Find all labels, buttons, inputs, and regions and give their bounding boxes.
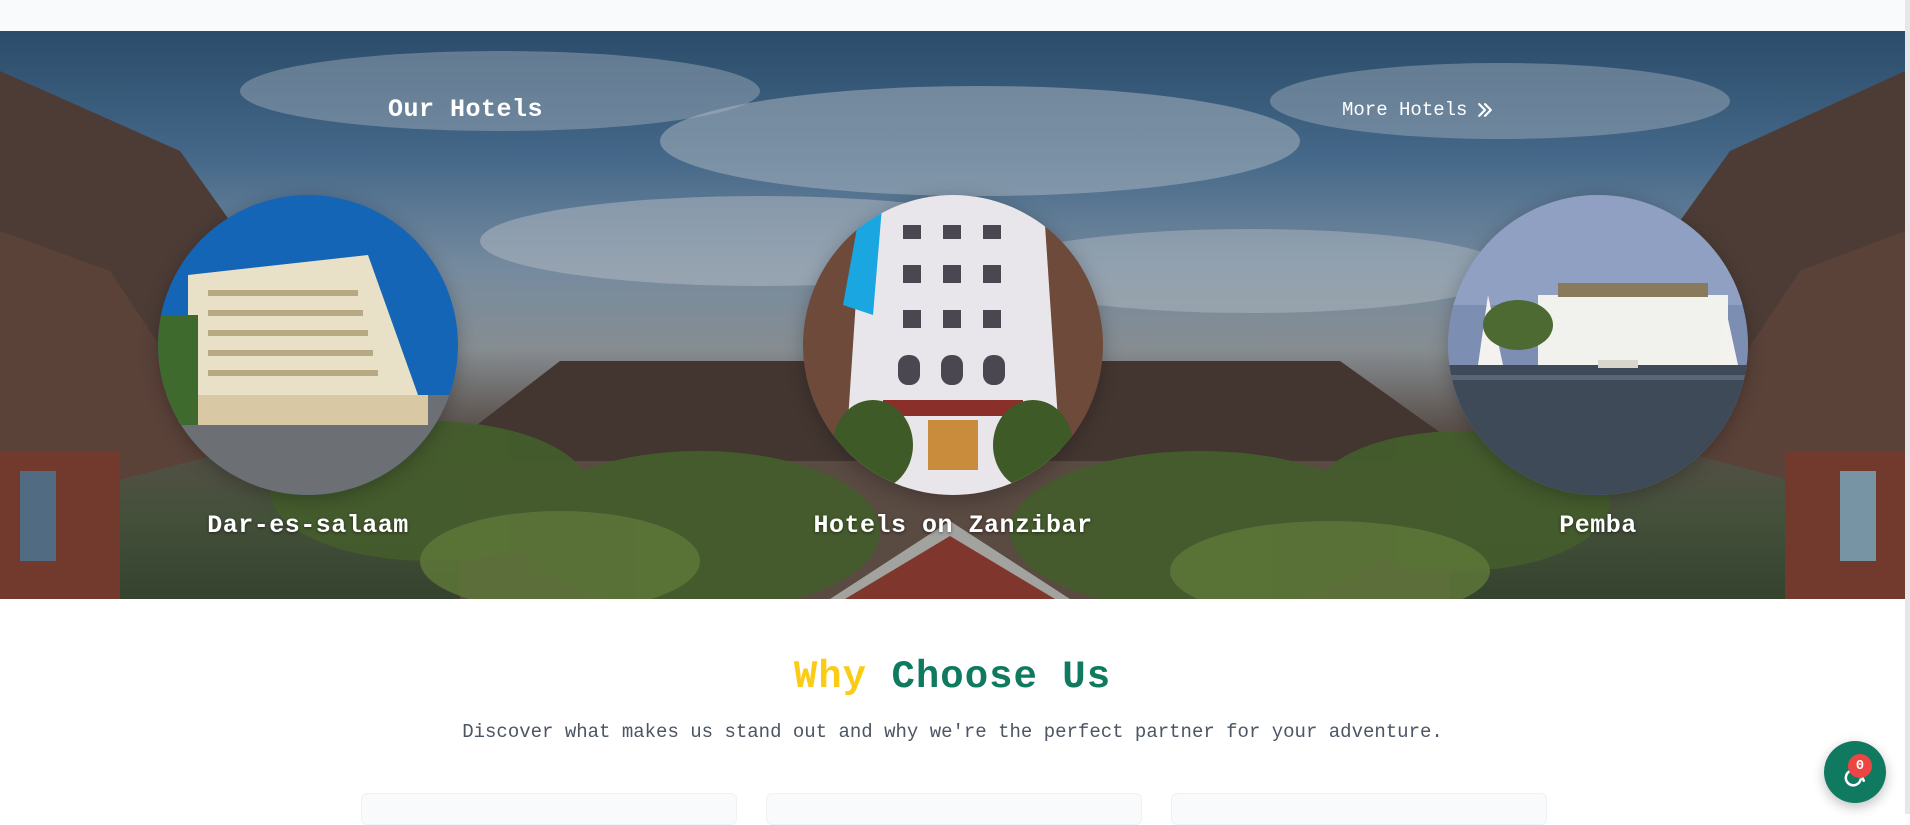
why-choose-us-subtitle: Discover what makes us stand out and why… <box>462 721 1443 743</box>
hotel-name: Dar-es-salaam <box>207 511 409 540</box>
hotel-card-dar-es-salaam[interactable]: Dar-es-salaam <box>158 195 458 540</box>
section-title: Our Hotels <box>388 95 544 124</box>
why-choose-us-heading: Why Choose Us <box>0 655 1905 699</box>
hotel-image <box>1448 195 1748 495</box>
feature-card <box>1171 793 1547 825</box>
double-chevron-right-icon <box>1478 103 1493 117</box>
feature-card <box>361 793 737 825</box>
cart-count-badge: 0 <box>1848 754 1872 778</box>
hotel-image <box>158 195 458 495</box>
hotel-image <box>803 195 1103 495</box>
heading-main-words: Choose Us <box>891 655 1112 699</box>
hotels-banner: Our Hotels More Hotels Dar-es-salaam Hot… <box>0 31 1905 599</box>
page-scrollbar[interactable] <box>1905 0 1910 814</box>
hotel-card-zanzibar[interactable]: Hotels on Zanzibar <box>803 195 1103 540</box>
heading-highlight-word: Why <box>793 655 868 699</box>
hotel-card-pemba[interactable]: Pemba <box>1448 195 1748 540</box>
top-navbar-strip <box>0 0 1905 31</box>
feature-card <box>766 793 1142 825</box>
hotel-name: Pemba <box>1559 511 1637 540</box>
more-hotels-label: More Hotels <box>1342 99 1468 121</box>
more-hotels-link[interactable]: More Hotels <box>1342 99 1495 121</box>
hotel-name: Hotels on Zanzibar <box>813 511 1093 540</box>
